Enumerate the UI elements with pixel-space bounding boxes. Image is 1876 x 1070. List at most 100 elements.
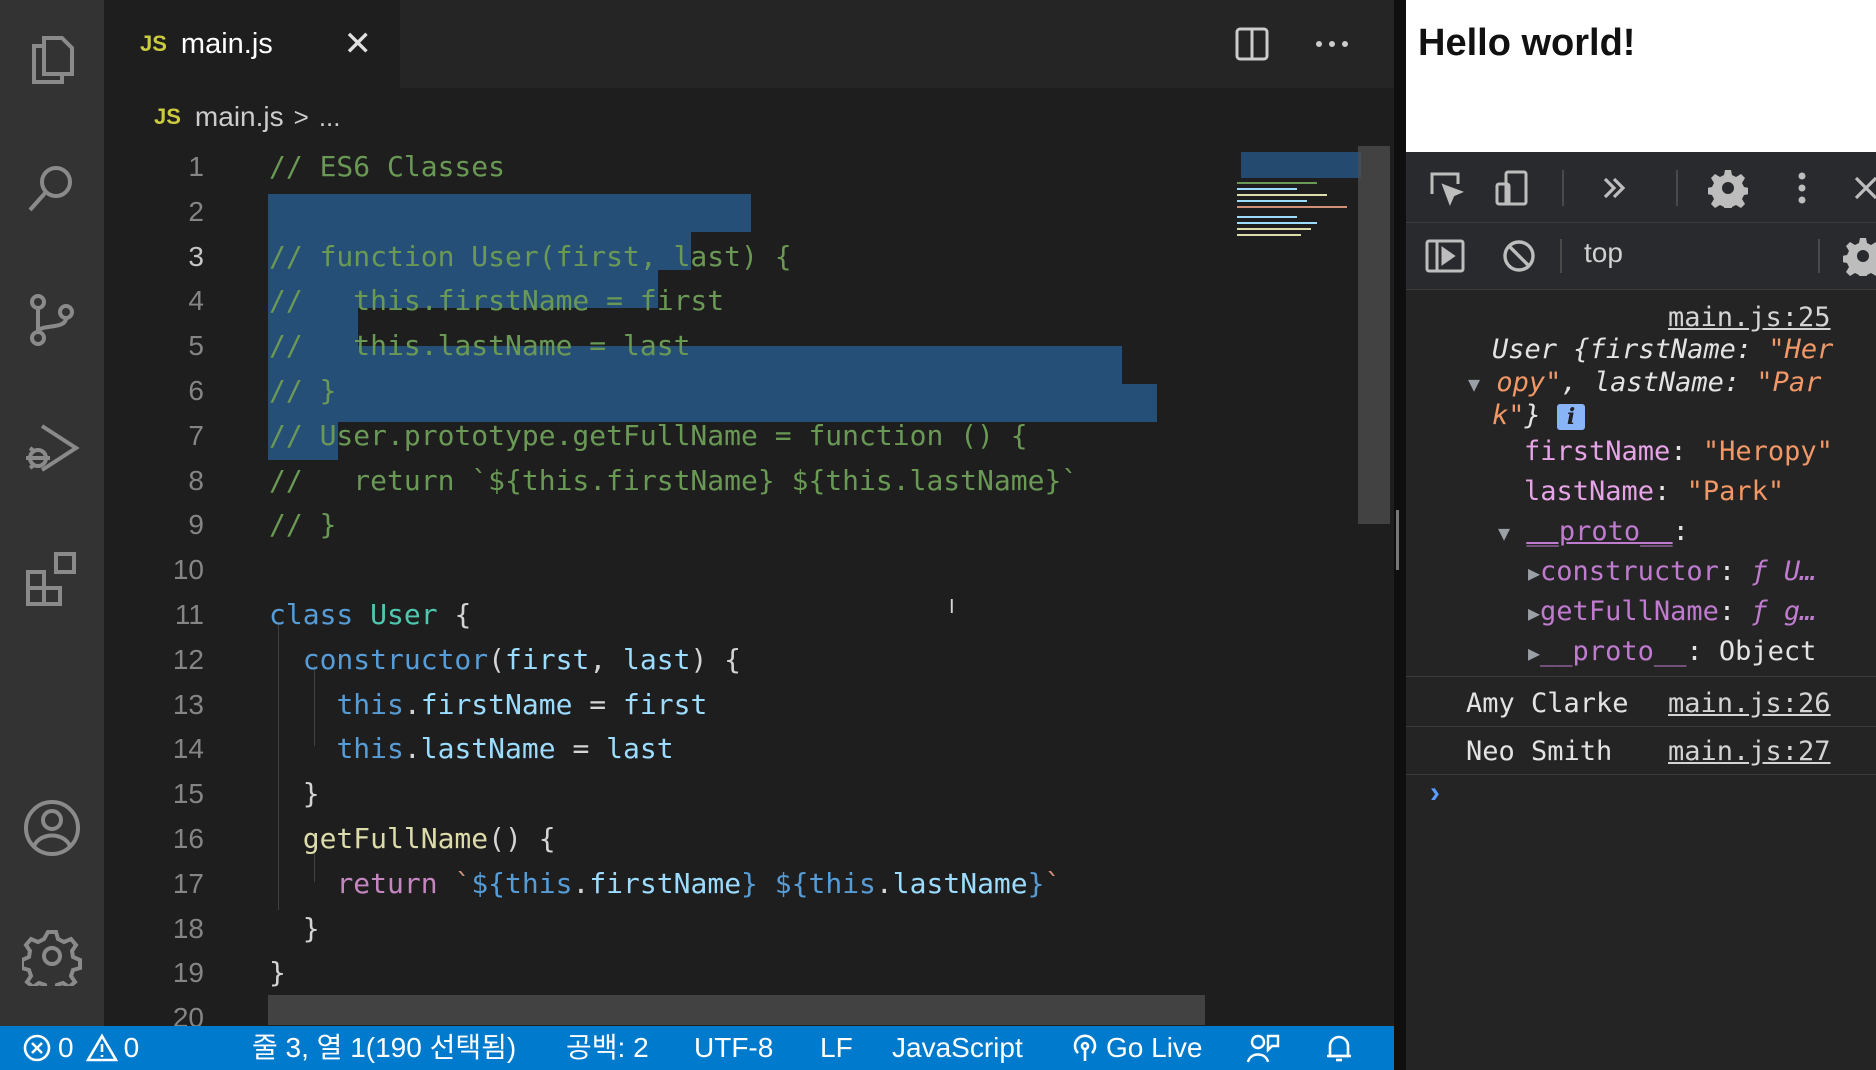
console-prompt[interactable]: ›	[1430, 776, 1440, 810]
line-number: 13	[172, 688, 204, 720]
line-number: 6	[188, 375, 204, 406]
tab-main-js[interactable]: JS main.js ✕	[104, 0, 400, 88]
error-count: 0	[58, 1032, 74, 1063]
editor-tab-bar: JS main.js ✕	[104, 0, 1394, 88]
preview-key: firstName	[1589, 334, 1736, 365]
code-line: // return `${this.firstName} ${this.last…	[269, 463, 1079, 497]
object-class: User	[1492, 334, 1558, 365]
code-line: // User.prototype.getFullName = function…	[269, 418, 1028, 452]
property-first-name: firstName: "Heropy"	[1524, 436, 1833, 467]
console-output[interactable]: main.js:25 User {firstName: "Her ▼ opy",…	[1406, 290, 1876, 1070]
line-number: 10	[172, 554, 204, 586]
indentation[interactable]: 공백: 2	[566, 1026, 649, 1070]
log-separator	[1406, 726, 1876, 727]
customize-menu-icon[interactable]	[1782, 168, 1822, 208]
resize-sash[interactable]	[1396, 510, 1399, 570]
line-number: 9	[188, 509, 204, 541]
clear-console-icon[interactable]	[1498, 235, 1540, 277]
property-last-name: lastName: "Park"	[1524, 476, 1785, 507]
browser-page: Hello world!	[1406, 0, 1876, 152]
line-number: 8	[188, 464, 204, 496]
breadcrumb-file[interactable]: main.js	[195, 101, 284, 133]
line-number: 4	[188, 285, 204, 317]
status-bar: 0 0 줄 3, 열 1(190 선택됨) 공백: 2 UTF-8 LF Jav…	[0, 1026, 1394, 1070]
devtools-settings-icon[interactable]	[1706, 166, 1750, 210]
line-number: 5	[188, 330, 204, 362]
line-number: 14	[172, 733, 204, 765]
log-source-link[interactable]: main.js:27	[1668, 736, 1831, 767]
breadcrumb-more[interactable]: ...	[319, 102, 341, 133]
files-icon[interactable]	[12, 20, 92, 100]
vertical-scrollbar[interactable]	[1358, 146, 1390, 524]
code-line: // function User(first, last) {	[269, 239, 792, 273]
warning-icon	[85, 1033, 118, 1062]
code-line: // }	[269, 508, 337, 542]
code-line: // this.lastName = last	[269, 329, 691, 363]
toolbar-divider	[1676, 170, 1678, 206]
code-line: getFullName() {	[302, 822, 556, 855]
feedback-icon[interactable]	[1246, 1026, 1280, 1070]
info-icon[interactable]: i	[1557, 403, 1586, 430]
code-line: // }	[269, 374, 337, 407]
log-source-link[interactable]: main.js:26	[1668, 688, 1831, 719]
code-line: }	[269, 777, 320, 811]
page-heading: Hello world!	[1418, 22, 1636, 64]
horizontal-scrollbar[interactable]	[268, 995, 1205, 1025]
split-editor-icon[interactable]	[1230, 22, 1274, 66]
account-icon[interactable]	[12, 788, 92, 868]
proto-get-full-name[interactable]: ▶getFullName: ƒ g…	[1528, 596, 1816, 627]
code-editor[interactable]: 1 2 3 4 5 6 7 8 9 10 11 12 13 14 15 16 1…	[104, 146, 1394, 1026]
log-separator	[1406, 676, 1876, 677]
code-line: this.lastName = last	[336, 732, 674, 766]
go-live-label: Go Live	[1106, 1032, 1203, 1063]
line-number: 3	[188, 240, 204, 272]
extensions-icon[interactable]	[12, 538, 92, 618]
log-message: Amy Clarke	[1466, 688, 1629, 719]
code-line: }	[269, 911, 320, 945]
devtools-toolbar	[1406, 152, 1876, 223]
inspect-element-icon[interactable]	[1426, 168, 1466, 208]
object-preview-end: k"} i	[1492, 400, 1586, 431]
breadcrumb-separator: >	[293, 101, 309, 132]
language-mode[interactable]: JavaScript	[892, 1026, 1023, 1070]
code-line: // this.firstName = first	[269, 284, 725, 318]
selection-highlight	[268, 194, 751, 232]
proto-proto[interactable]: ▶__proto__: Object	[1528, 636, 1816, 667]
code-line: }	[269, 956, 286, 990]
notifications-bell-icon[interactable]	[1324, 1026, 1354, 1070]
line-number: 1	[188, 151, 204, 182]
more-actions-icon[interactable]	[1310, 22, 1354, 66]
cursor-position[interactable]: 줄 3, 열 1(190 선택됨)	[252, 1026, 516, 1070]
toolbar-divider	[1818, 239, 1820, 273]
search-icon[interactable]	[12, 148, 92, 228]
line-number: 12	[172, 643, 204, 675]
go-live-button[interactable]: Go Live	[1070, 1026, 1203, 1070]
source-control-icon[interactable]	[12, 280, 92, 360]
object-expander[interactable]: ▼ opy", lastName: "Par	[1468, 367, 1821, 398]
more-tabs-chevron-icon[interactable]	[1594, 168, 1634, 208]
settings-gear-icon[interactable]	[12, 916, 92, 996]
error-icon	[23, 1034, 51, 1062]
property-proto[interactable]: ▼ __proto__:	[1498, 516, 1689, 547]
end-of-line[interactable]: LF	[820, 1026, 853, 1070]
tab-label: main.js	[180, 27, 273, 60]
close-icon[interactable]: ✕	[344, 24, 373, 64]
close-devtools-icon[interactable]	[1846, 168, 1876, 208]
code-line: this.firstName = first	[336, 687, 708, 721]
log-source-link[interactable]: main.js:25	[1668, 302, 1831, 333]
context-selector[interactable]: top	[1584, 237, 1623, 269]
console-settings-icon[interactable]	[1842, 235, 1876, 277]
encoding[interactable]: UTF-8	[694, 1026, 773, 1070]
show-sidebar-icon[interactable]	[1424, 235, 1466, 277]
broadcast-icon	[1073, 1034, 1097, 1061]
line-number: 2	[188, 195, 204, 227]
run-debug-icon[interactable]	[12, 408, 92, 488]
line-number: 7	[188, 419, 204, 451]
device-toolbar-icon[interactable]	[1492, 168, 1532, 208]
problems-indicator[interactable]: 0 0	[22, 1026, 139, 1070]
proto-constructor[interactable]: ▶constructor: ƒ U…	[1528, 556, 1816, 587]
line-number: 18	[172, 912, 204, 944]
log-separator	[1406, 774, 1876, 775]
warning-count: 0	[123, 1032, 140, 1063]
toolbar-divider	[1560, 239, 1562, 273]
